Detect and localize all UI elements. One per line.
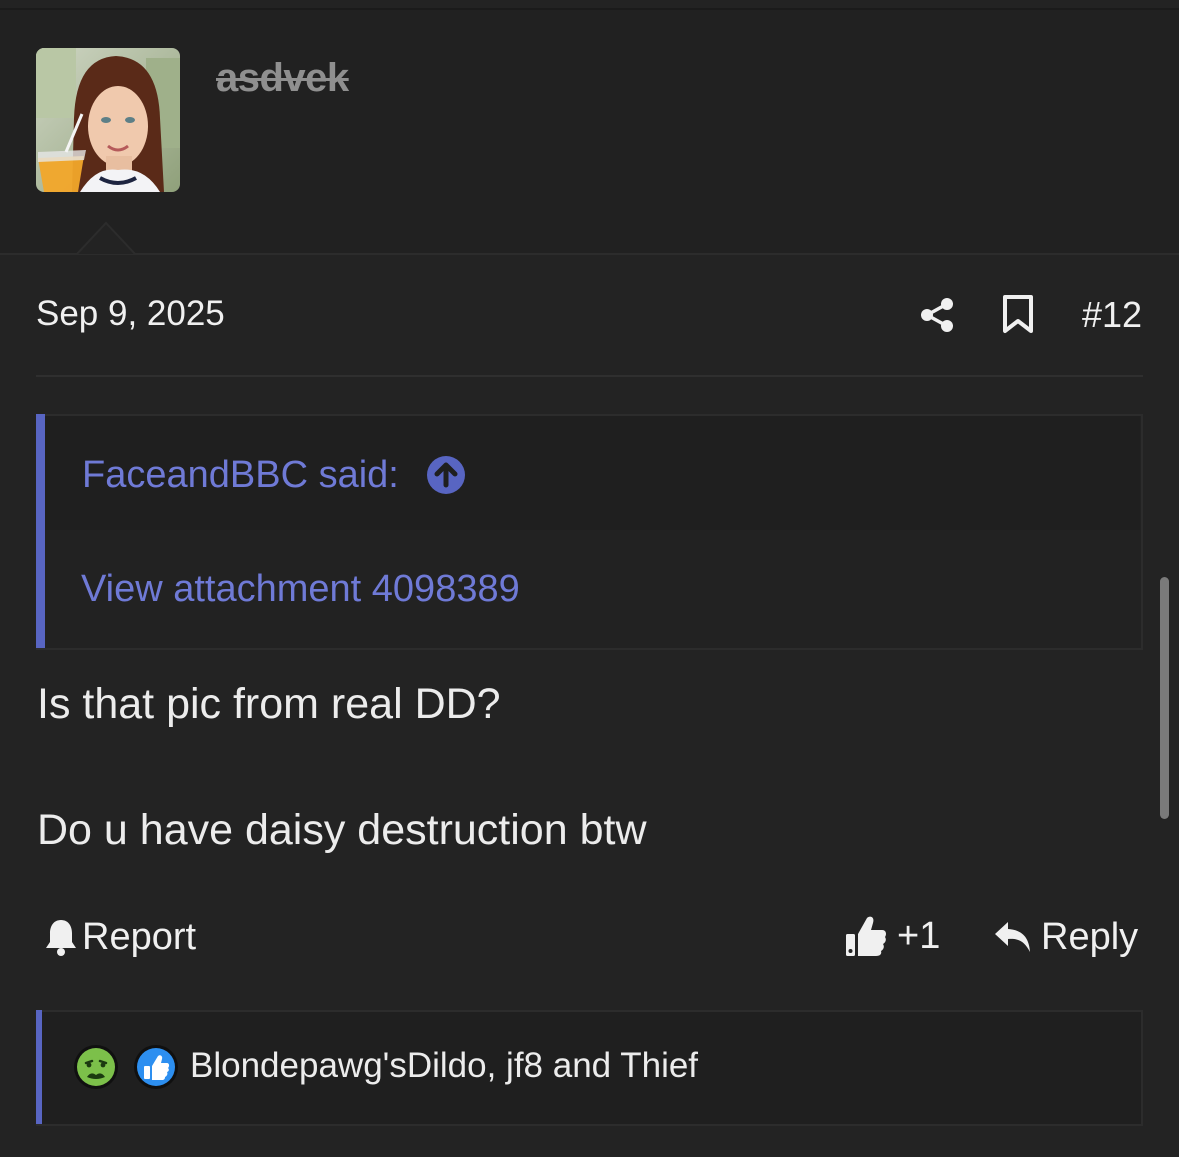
header-notch [76, 221, 136, 255]
report-label: Report [82, 915, 197, 958]
arrow-up-circle-icon [427, 456, 465, 494]
quote-jump-button[interactable] [426, 455, 466, 495]
scrollbar-thumb[interactable] [1160, 577, 1169, 819]
avatar[interactable] [36, 48, 180, 192]
bell-icon [46, 920, 76, 956]
like-count: +1 [897, 914, 941, 957]
quote-accent-bar [36, 414, 45, 648]
meta-divider [36, 375, 1143, 377]
username[interactable]: asdvek [216, 56, 349, 101]
post-body-line: Do u have daisy destruction btw [37, 806, 647, 854]
attachment-link[interactable]: View attachment 4098389 [81, 568, 520, 611]
like-button[interactable]: +1 [845, 912, 940, 960]
reply-icon [995, 922, 1030, 952]
post-body-line: Is that pic from real DD? [37, 680, 501, 728]
thumbs-up-icon [846, 916, 886, 956]
sick-face-icon [73, 1044, 119, 1090]
thumbs-up-reaction-icon [133, 1044, 179, 1090]
report-button[interactable]: Report [44, 914, 196, 960]
forum-post-page: asdvek Sep 9, 2025 #12 FaceandBBC said: … [0, 0, 1179, 1157]
share-icon [921, 298, 953, 332]
reply-label: Reply [1041, 915, 1139, 958]
share-button[interactable] [918, 296, 956, 334]
post-date[interactable]: Sep 9, 2025 [36, 294, 225, 334]
bookmark-button[interactable] [1000, 294, 1036, 334]
reactions-accent-bar [36, 1010, 42, 1124]
bookmark-icon [1003, 295, 1033, 333]
reactors-list[interactable]: Blondepawg'sDildo, jf8 and Thief [190, 1046, 698, 1086]
quote-author-link[interactable]: FaceandBBC said: [82, 454, 399, 497]
post-number-link[interactable]: #12 [1082, 294, 1142, 336]
header-divider [0, 253, 1179, 255]
reply-button[interactable]: Reply [993, 914, 1138, 960]
